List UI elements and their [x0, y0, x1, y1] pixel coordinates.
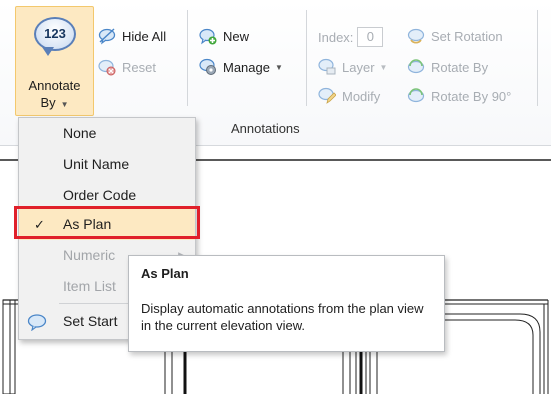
manage-dropdown-arrow-icon: ▼	[274, 62, 283, 72]
menu-item-label: Set Start	[63, 313, 118, 329]
ribbon-separator	[306, 10, 307, 106]
menu-item-label: Numeric	[63, 247, 116, 263]
manage-label: Manage	[223, 59, 270, 75]
annotations-group-label: Annotations	[231, 121, 300, 136]
menu-item-label: Unit Name	[63, 156, 130, 172]
layer-icon	[318, 58, 336, 75]
modify-icon	[318, 87, 336, 104]
reset-icon	[98, 59, 116, 76]
rotate-by-label: Rotate By	[431, 59, 489, 75]
menu-item-label: None	[63, 125, 97, 141]
menu-item-label: Item List	[63, 278, 116, 294]
tooltip-body: Display automatic annotations from the p…	[141, 301, 424, 333]
annotate-label-line1: Annotate	[28, 78, 81, 93]
layer-button[interactable]: Layer ▼	[318, 58, 387, 76]
index-label: Index:	[318, 29, 354, 45]
rotate-by-90-button[interactable]: Rotate By 90°	[407, 87, 511, 105]
menu-item-label: Order Code	[63, 187, 137, 203]
annotate-by-button[interactable]: 123 Annotate By ▼	[15, 6, 94, 116]
modify-button[interactable]: Modify	[318, 87, 380, 105]
layer-label: Layer	[342, 59, 375, 75]
modify-label: Modify	[342, 88, 381, 104]
set-rotation-icon	[407, 28, 425, 44]
new-annotation-button[interactable]: New	[199, 27, 249, 45]
menu-item-none[interactable]: None	[19, 118, 195, 149]
annotate-label-line2: By	[40, 95, 56, 110]
rotate-by-90-icon	[407, 88, 425, 103]
new-annotation-icon	[199, 28, 217, 45]
ribbon-separator	[187, 10, 188, 106]
reset-button[interactable]: Reset	[98, 58, 156, 76]
manage-icon	[199, 58, 216, 75]
new-label: New	[223, 28, 250, 44]
set-rotation-label: Set Rotation	[431, 28, 503, 44]
annotate-number-badge-icon: 123	[34, 17, 76, 51]
menu-item-unit-name[interactable]: Unit Name	[19, 149, 195, 180]
hide-all-icon	[98, 28, 116, 45]
hide-all-label: Hide All	[122, 28, 167, 44]
tooltip-title: As Plan	[141, 266, 189, 281]
index-field[interactable]: Index: 0	[318, 27, 384, 47]
rotate-by-90-label: Rotate By 90°	[431, 88, 512, 104]
tooltip: As Plan Display automatic annotations fr…	[128, 255, 445, 352]
rotate-by-icon	[407, 59, 425, 74]
reset-label: Reset	[122, 59, 156, 75]
layer-dropdown-arrow-icon: ▼	[379, 62, 388, 72]
annotate-by-label: Annotate By ▼	[16, 77, 93, 113]
index-input[interactable]: 0	[357, 27, 384, 47]
ribbon-separator	[537, 10, 538, 106]
hide-all-button[interactable]: Hide All	[98, 27, 166, 45]
red-highlight-box	[14, 206, 200, 239]
set-start-icon	[27, 314, 47, 331]
badge-tail	[42, 47, 54, 56]
chevron-down-icon: ▼	[60, 100, 69, 109]
manage-button[interactable]: Manage ▼	[199, 58, 283, 76]
set-rotation-button[interactable]: Set Rotation	[407, 27, 503, 45]
rotate-by-button[interactable]: Rotate By	[407, 58, 488, 76]
